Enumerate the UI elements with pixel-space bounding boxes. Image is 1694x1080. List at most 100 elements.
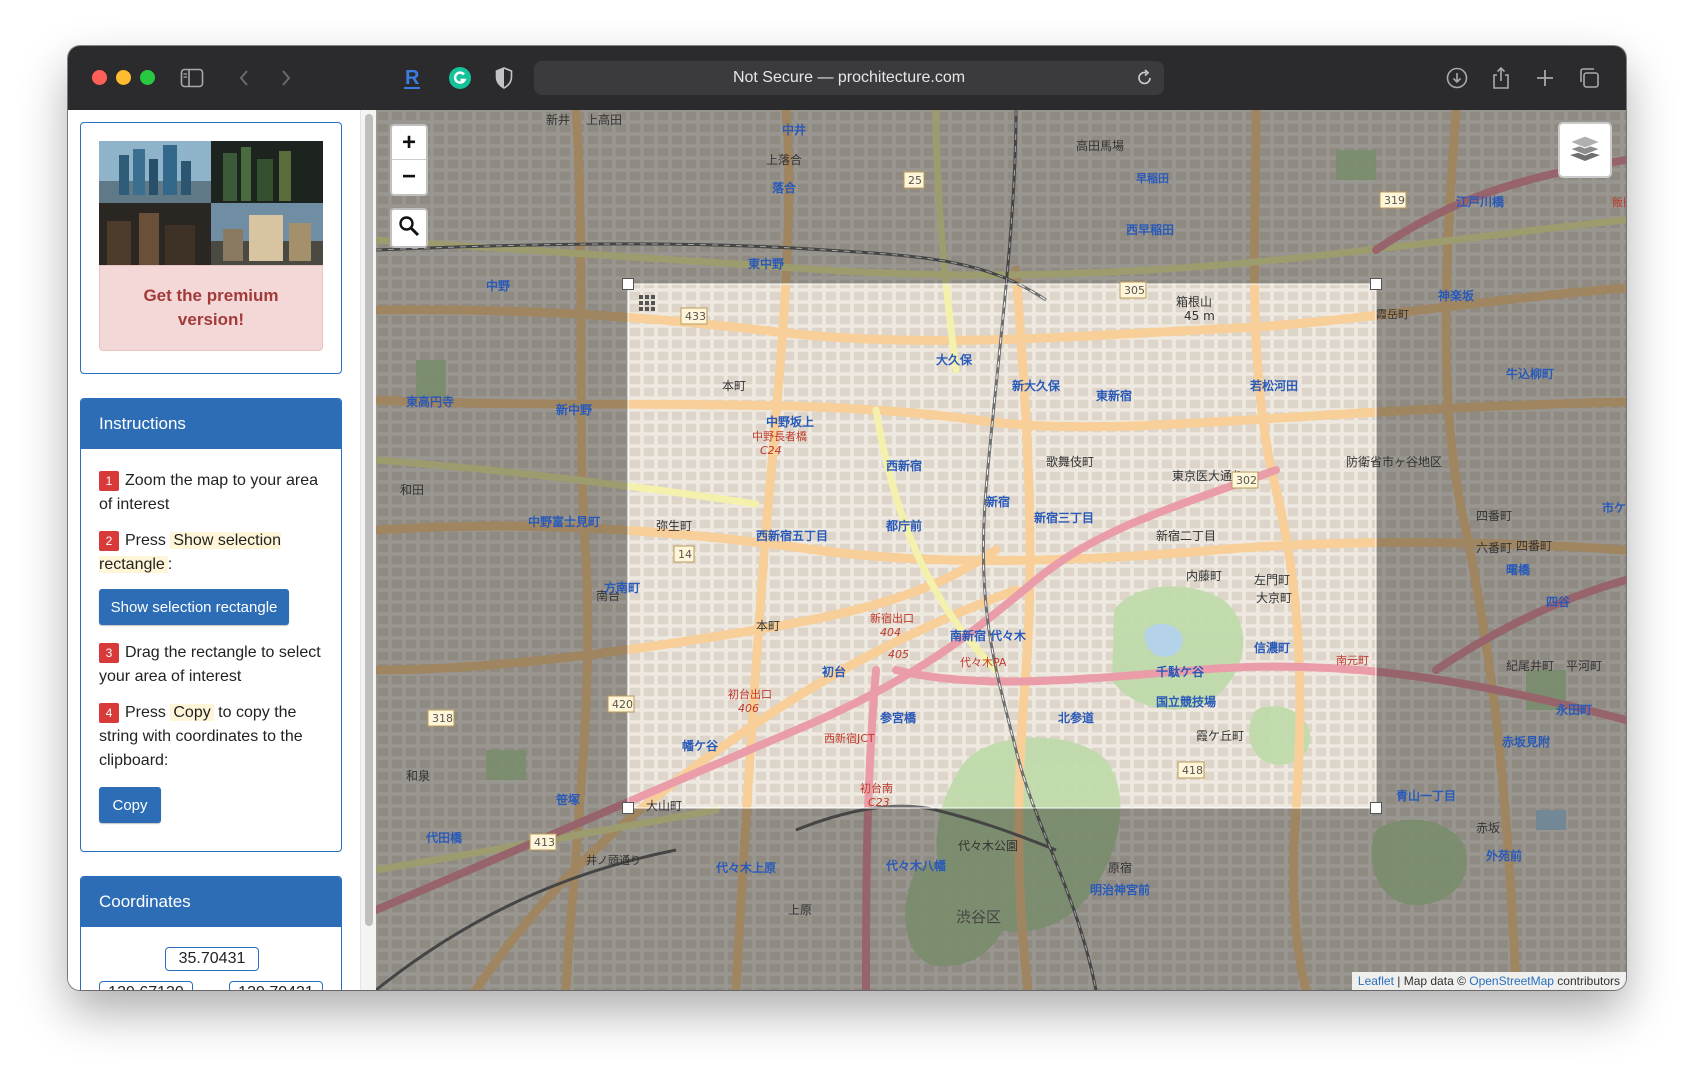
sidebar: Get the premium version! Instructions 1Z… (68, 110, 364, 990)
premium-promo: Get the premium version! (80, 122, 342, 374)
step-1-text: Zoom the map to your area of interest (99, 472, 318, 513)
instructions-title: Instructions (81, 399, 341, 449)
browser-window: R Not Secure — prochitecture.com Get the… (68, 46, 1626, 990)
address-bar[interactable]: Not Secure — prochitecture.com (534, 61, 1164, 95)
step-3-text: Drag the rectangle to select your area o… (99, 644, 321, 685)
sidebar-scrollbar[interactable] (360, 110, 376, 990)
map-labels: 新井 上高田 上落合 高田馬場 本町 歌舞伎町 弥生町 内藤町 本町 大京町 南… (400, 112, 1626, 926)
map-label: 弥生町 (656, 518, 692, 533)
selection-handle-top-left[interactable] (622, 278, 634, 290)
reload-icon[interactable] (1136, 68, 1154, 93)
station-label: 中野富士見町 (528, 514, 600, 529)
station-label: 信濃町 (1254, 640, 1290, 655)
sidebar-toggle-icon[interactable] (178, 64, 206, 92)
zoom-in-button[interactable]: + (392, 126, 426, 160)
route-number: 302 (1236, 474, 1257, 487)
tab-overview-icon[interactable] (1576, 64, 1602, 92)
zoom-out-button[interactable]: − (392, 160, 426, 194)
east-coordinate-field[interactable]: 139.70431 (229, 981, 323, 990)
map-label: 本町 (722, 379, 746, 393)
station-label: 東中野 (748, 256, 784, 271)
west-coordinate-field[interactable]: 139.67130 (99, 981, 193, 990)
map-label: 和田 (400, 483, 424, 497)
instruction-step-3: 3 Drag the rectangle to select your area … (99, 641, 331, 689)
north-coordinate-field[interactable]: 35.70431 (165, 947, 259, 971)
station-label: 若松河田 (1249, 378, 1298, 393)
privacy-shield-icon[interactable] (492, 64, 516, 92)
map-label: 上原 (788, 903, 812, 917)
attribution-tail: contributors (1553, 974, 1620, 988)
leaflet-link[interactable]: Leaflet (1358, 974, 1394, 988)
selection-handle-bottom-left[interactable] (622, 802, 634, 814)
station-label: 幡ケ谷 (682, 738, 719, 753)
r-extension-icon[interactable]: R (400, 64, 424, 92)
search-icon (398, 215, 420, 242)
step-4-prefix: Press (125, 704, 166, 721)
station-label: 中野坂上 (766, 414, 814, 429)
share-icon[interactable] (1488, 64, 1514, 92)
expressway-label: 初台南 (860, 781, 893, 795)
station-label: 南新宿 (950, 628, 986, 643)
map-label: 箱根山 (1176, 294, 1212, 309)
grammarly-icon[interactable] (446, 64, 474, 92)
show-selection-rectangle-button[interactable]: Show selection rectangle (99, 589, 289, 625)
step-2-badge: 2 (99, 531, 119, 551)
station-label: 市ケ谷 (1602, 500, 1626, 515)
station-label: 青山一丁目 (1396, 788, 1456, 803)
zoom-control: + − (390, 124, 428, 196)
selection-handle-bottom-right[interactable] (1370, 802, 1382, 814)
step-3-badge: 3 (99, 643, 119, 663)
station-label: 大久保 (936, 352, 973, 367)
layers-control-button[interactable] (1558, 122, 1612, 178)
page-content: Get the premium version! Instructions 1Z… (68, 110, 1626, 990)
maximize-window-button[interactable] (140, 70, 155, 85)
copy-button[interactable]: Copy (99, 787, 161, 823)
back-icon[interactable] (234, 64, 254, 92)
premium-version-button[interactable]: Get the premium version! (99, 265, 323, 351)
station-label: 西早稲田 (1126, 222, 1174, 237)
station-label: 代々木上原 (715, 860, 776, 875)
station-label: 永田町 (1555, 702, 1592, 717)
station-label: 外苑前 (1486, 848, 1522, 863)
layers-icon (1568, 133, 1602, 168)
station-label: 東新宿 (1096, 388, 1132, 403)
station-label: 代田橋 (425, 830, 463, 845)
expressway-label: 406 (738, 702, 759, 715)
station-label: 新宿三丁目 (1034, 510, 1094, 525)
station-label: 代々木 (989, 628, 1027, 643)
map-label: 紀尾井町 (1506, 659, 1554, 673)
station-label: 国立競技場 (1156, 694, 1216, 709)
step-2-suffix: : (167, 556, 173, 573)
map-search-button[interactable] (390, 208, 428, 248)
map-label: 左門町 (1254, 572, 1290, 587)
drag-grid-icon[interactable] (638, 294, 656, 312)
selection-handle-top-right[interactable] (1370, 278, 1382, 290)
route-number: 420 (612, 698, 633, 711)
map-label: 平河町 (1566, 659, 1602, 673)
close-window-button[interactable] (92, 70, 107, 85)
downloads-icon[interactable] (1444, 64, 1470, 92)
expressway-label: 代々木PA (960, 656, 1007, 669)
map-view[interactable]: 新井 上高田 上落合 高田馬場 本町 歌舞伎町 弥生町 内藤町 本町 大京町 南… (376, 110, 1626, 990)
map-label: 新宿二丁目 (1156, 528, 1216, 543)
route-number: 14 (678, 548, 692, 561)
step-4-highlight: Copy (170, 704, 214, 721)
forward-icon[interactable] (276, 64, 296, 92)
station-label: 代々木八幡 (885, 858, 947, 873)
openstreetmap-link[interactable]: OpenStreetMap (1469, 974, 1554, 988)
instruction-step-4: 4 Press Copy to copy the string with coor… (99, 701, 331, 773)
station-label: 落合 (772, 180, 797, 195)
premium-preview-image[interactable] (99, 141, 323, 265)
sidebar-scroll-thumb[interactable] (365, 114, 373, 926)
station-label: 神楽坂 (1438, 288, 1475, 303)
map-label: 本町 (756, 619, 780, 633)
minimize-window-button[interactable] (116, 70, 131, 85)
instructions-panel: Instructions 1 Zoom the map to your area … (80, 398, 342, 852)
expressway-label: 初台出口 (728, 687, 772, 701)
station-label: 千駄ケ谷 (1156, 664, 1205, 679)
new-tab-icon[interactable] (1532, 64, 1558, 92)
map-label: 霞岳町 (1376, 308, 1409, 321)
map-label: 霞ケ丘町 (1196, 729, 1244, 743)
map-label: 大山町 (646, 799, 682, 813)
route-number: 433 (685, 310, 706, 323)
